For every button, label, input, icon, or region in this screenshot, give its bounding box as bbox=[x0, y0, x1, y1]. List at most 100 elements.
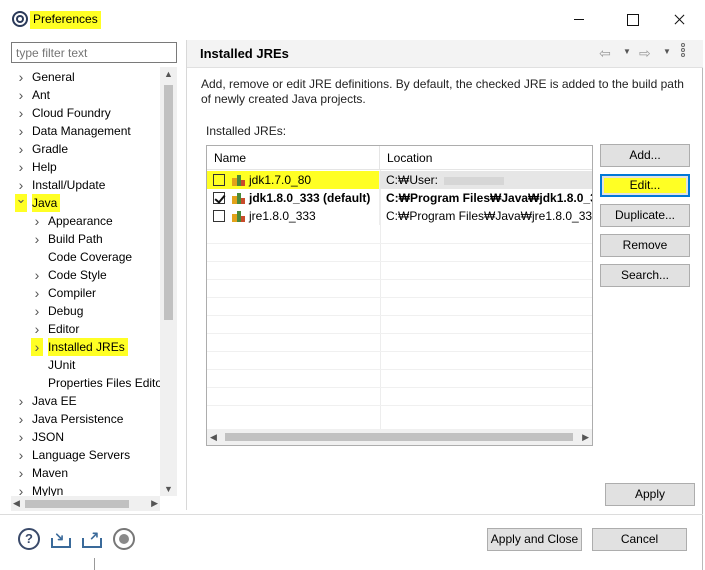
chevron-right-icon[interactable] bbox=[31, 230, 43, 248]
chevron-right-icon[interactable] bbox=[15, 428, 27, 446]
remove-button[interactable]: Remove bbox=[600, 234, 690, 257]
cancel-button[interactable]: Cancel bbox=[592, 528, 687, 551]
tree-item[interactable]: Properties Files Edito bbox=[11, 374, 162, 392]
import-icon[interactable]: ➜ bbox=[50, 527, 72, 550]
chevron-right-icon[interactable] bbox=[15, 464, 27, 482]
scroll-left-icon[interactable]: ◀ bbox=[210, 429, 217, 445]
view-menu-icon[interactable] bbox=[681, 43, 687, 58]
tree-item-label: Data Management bbox=[32, 124, 131, 138]
close-button[interactable] bbox=[664, 8, 694, 30]
default-jre-checkbox[interactable] bbox=[213, 192, 225, 204]
tree-item[interactable]: Gradle bbox=[11, 140, 161, 158]
back-dropdown-icon[interactable]: ▼ bbox=[623, 47, 631, 56]
chevron-right-icon[interactable] bbox=[15, 68, 27, 86]
chevron-right-icon[interactable] bbox=[15, 482, 27, 497]
tree-item[interactable]: JSON bbox=[11, 428, 161, 446]
table-row[interactable]: jdk1.8.0_333 (default) C:₩Program Files₩… bbox=[207, 189, 592, 207]
tree-item[interactable]: Build Path bbox=[11, 230, 161, 248]
forward-arrow-icon[interactable]: ⇨ bbox=[639, 45, 651, 62]
chevron-right-icon[interactable] bbox=[15, 410, 27, 428]
tree-item[interactable]: Editor bbox=[11, 320, 161, 338]
tree-item[interactable]: Appearance bbox=[11, 212, 161, 230]
tree-item[interactable]: Data Management bbox=[11, 122, 161, 140]
scroll-right-icon[interactable]: ▶ bbox=[151, 496, 158, 511]
tree-item[interactable]: Debug bbox=[11, 302, 161, 320]
table-row[interactable]: jdk1.7.0_80 C:₩User: bbox=[207, 171, 592, 189]
tree-item[interactable]: Installed JREs bbox=[11, 338, 161, 356]
chevron-right-icon[interactable] bbox=[31, 212, 43, 230]
forward-dropdown-icon[interactable]: ▼ bbox=[663, 47, 671, 56]
tree-item[interactable]: Help bbox=[11, 158, 161, 176]
tree-item[interactable]: Ant bbox=[11, 86, 161, 104]
edit-button[interactable]: Edit... bbox=[600, 174, 690, 197]
chevron-right-icon[interactable] bbox=[31, 338, 43, 356]
tree-item[interactable]: Install/Update bbox=[11, 176, 161, 194]
jre-name: jre1.8.0_333 bbox=[249, 209, 316, 223]
column-header-name[interactable]: Name bbox=[207, 146, 380, 170]
tree-item-label: General bbox=[32, 70, 75, 84]
scroll-thumb[interactable] bbox=[225, 433, 573, 441]
tree-item[interactable]: Code Style bbox=[11, 266, 161, 284]
tree-item[interactable]: Compiler bbox=[11, 284, 161, 302]
preferences-window: Preferences General Ant Cloud Foundry Data … bbox=[0, 0, 703, 570]
scroll-left-icon[interactable]: ◀ bbox=[13, 496, 20, 511]
tree-item[interactable]: General bbox=[11, 68, 161, 86]
chevron-right-icon[interactable] bbox=[15, 446, 27, 464]
tree-item[interactable]: Cloud Foundry bbox=[11, 104, 161, 122]
chevron-right-icon[interactable] bbox=[31, 284, 43, 302]
column-header-location[interactable]: Location bbox=[380, 146, 592, 170]
chevron-down-icon[interactable] bbox=[15, 194, 27, 212]
back-arrow-icon[interactable]: ⇦ bbox=[599, 45, 611, 62]
tree-item[interactable]: Java Persistence bbox=[11, 410, 161, 428]
tree-item[interactable]: Code Coverage bbox=[11, 248, 161, 266]
tree-item[interactable]: Java EE bbox=[11, 392, 161, 410]
chevron-right-icon[interactable] bbox=[15, 140, 27, 158]
table-row[interactable]: jre1.8.0_333 C:₩Program Files₩Java₩jre1.… bbox=[207, 207, 592, 225]
tree-item-label: JUnit bbox=[48, 358, 76, 372]
row-gridline bbox=[207, 387, 592, 388]
default-jre-checkbox[interactable] bbox=[213, 174, 225, 186]
title-bar: Preferences bbox=[0, 0, 703, 40]
export-icon[interactable]: ➜ bbox=[81, 526, 103, 550]
scroll-thumb[interactable] bbox=[25, 500, 129, 508]
panel-divider[interactable] bbox=[186, 40, 187, 510]
maximize-button[interactable] bbox=[617, 8, 647, 30]
tree-item[interactable]: Language Servers bbox=[11, 446, 161, 464]
minimize-button[interactable] bbox=[564, 8, 594, 30]
table-horizontal-scrollbar[interactable]: ◀ ▶ bbox=[207, 429, 592, 445]
chevron-right-icon[interactable] bbox=[15, 392, 27, 410]
row-gridline bbox=[207, 297, 592, 298]
filter-input[interactable] bbox=[11, 42, 177, 63]
jre-library-icon bbox=[232, 192, 245, 204]
jre-library-icon bbox=[232, 174, 245, 186]
record-icon[interactable] bbox=[113, 528, 135, 550]
tree-horizontal-scrollbar[interactable]: ◀ ▶ bbox=[11, 496, 160, 511]
tree-item[interactable]: JUnit bbox=[11, 356, 161, 374]
add-button[interactable]: Add... bbox=[600, 144, 690, 167]
row-gridline bbox=[207, 261, 592, 262]
chevron-right-icon[interactable] bbox=[31, 302, 43, 320]
default-jre-checkbox[interactable] bbox=[213, 210, 225, 222]
scroll-right-icon[interactable]: ▶ bbox=[582, 429, 589, 445]
duplicate-button[interactable]: Duplicate... bbox=[600, 204, 690, 227]
scroll-down-icon[interactable]: ▼ bbox=[160, 482, 177, 496]
chevron-right-icon[interactable] bbox=[15, 86, 27, 104]
tree-item-label: Language Servers bbox=[32, 448, 131, 462]
help-icon[interactable]: ? bbox=[18, 528, 40, 550]
scroll-up-icon[interactable]: ▲ bbox=[160, 67, 177, 81]
chevron-right-icon[interactable] bbox=[15, 158, 27, 176]
chevron-right-icon[interactable] bbox=[15, 104, 27, 122]
chevron-right-icon[interactable] bbox=[31, 320, 43, 338]
search-button[interactable]: Search... bbox=[600, 264, 690, 287]
chevron-right-icon[interactable] bbox=[15, 122, 27, 140]
tree-item[interactable]: Mylyn bbox=[11, 482, 161, 497]
tree-item[interactable]: Maven bbox=[11, 464, 161, 482]
preference-tree: General Ant Cloud Foundry Data Management Gr… bbox=[11, 67, 177, 497]
apply-button[interactable]: Apply bbox=[605, 483, 695, 506]
tree-vertical-scrollbar[interactable]: ▲ ▼ bbox=[160, 67, 177, 496]
scroll-thumb[interactable] bbox=[164, 85, 173, 320]
chevron-right-icon[interactable] bbox=[31, 266, 43, 284]
tree-item[interactable]: Java bbox=[11, 194, 161, 212]
row-gridline bbox=[207, 243, 592, 244]
apply-and-close-button[interactable]: Apply and Close bbox=[487, 528, 582, 551]
